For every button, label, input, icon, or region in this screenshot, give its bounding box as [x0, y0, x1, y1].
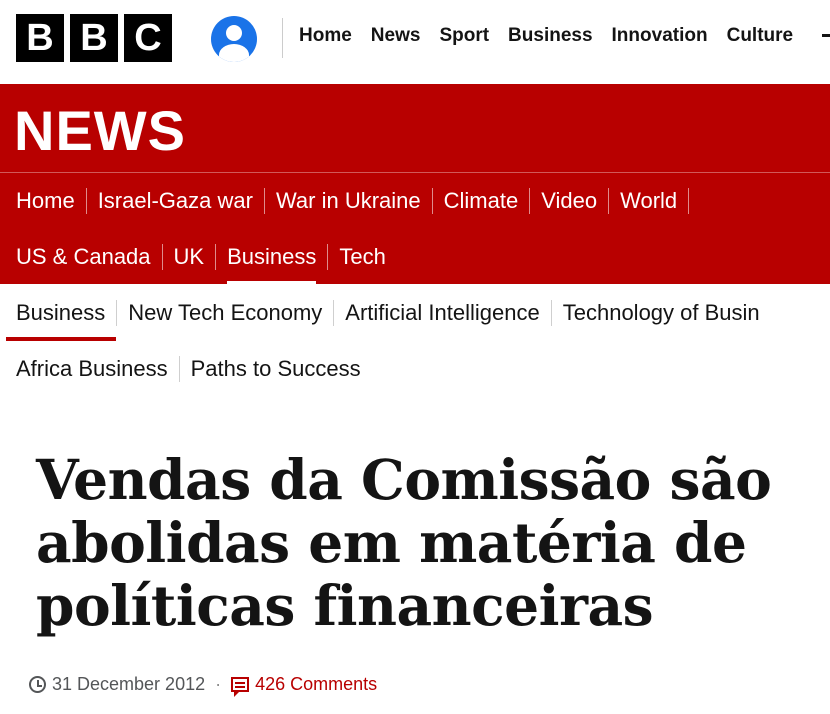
top-divider: [282, 18, 283, 58]
bbc-logo-letter: B: [70, 14, 118, 62]
article-date: 31 December 2012: [52, 674, 206, 694]
account-icon[interactable]: [211, 16, 257, 62]
bbc-logo-letter: B: [16, 14, 64, 62]
sub-nav-row-2: Africa Business Paths to Success: [0, 341, 372, 397]
top-nav-sport[interactable]: Sport: [439, 25, 489, 47]
sub-nav-paths-to-success[interactable]: Paths to Success: [180, 341, 372, 397]
section-nav-tech[interactable]: Tech: [328, 229, 396, 285]
headline-line: Vendas da Comissão são: [36, 447, 772, 512]
top-nav-home[interactable]: Home: [299, 25, 352, 47]
bbc-logo-letter: C: [124, 14, 172, 62]
top-nav: Home News Sport Business Innovation Cult…: [299, 25, 812, 47]
sub-nav-new-tech-economy[interactable]: New Tech Economy: [117, 285, 333, 341]
account-head: [226, 25, 242, 41]
sub-nav-business[interactable]: Business: [0, 285, 117, 341]
nav-separator: [688, 188, 690, 214]
comment-icon: [231, 677, 250, 697]
top-nav-business[interactable]: Business: [508, 25, 592, 47]
headline-line: abolidas em matéria de: [36, 510, 747, 575]
section-nav-row-1: Home Israel-Gaza war War in Ukraine Clim…: [0, 173, 690, 229]
clock-icon: [29, 676, 46, 693]
section-nav-israel-gaza[interactable]: Israel-Gaza war: [87, 173, 264, 229]
more-menu-icon[interactable]: [822, 34, 830, 37]
headline-line: políticas financeiras: [36, 573, 654, 638]
news-title[interactable]: NEWS: [14, 98, 186, 163]
sub-nav-row-1: Business New Tech Economy Artificial Int…: [0, 285, 771, 341]
section-nav-world[interactable]: World: [609, 173, 688, 229]
comments-count: 426 Comments: [255, 674, 378, 694]
meta-separator: ·: [215, 674, 222, 694]
top-bar: B B C Home News Sport Business Innovatio…: [0, 0, 830, 78]
section-nav-video[interactable]: Video: [530, 173, 608, 229]
top-nav-culture[interactable]: Culture: [727, 25, 794, 47]
section-nav-row-2: US & Canada UK Business Tech: [0, 229, 397, 285]
top-nav-innovation[interactable]: Innovation: [612, 25, 708, 47]
bbc-logo[interactable]: B B C: [16, 14, 172, 62]
section-nav-ukraine[interactable]: War in Ukraine: [265, 173, 432, 229]
section-nav-us-canada[interactable]: US & Canada: [0, 229, 162, 285]
sub-nav-artificial-intelligence[interactable]: Artificial Intelligence: [334, 285, 550, 341]
section-nav-business[interactable]: Business: [216, 229, 327, 285]
top-nav-news[interactable]: News: [371, 25, 421, 47]
section-nav-home[interactable]: Home: [0, 173, 86, 229]
account-shoulders: [219, 44, 249, 62]
comments-link[interactable]: 426 Comments: [231, 674, 378, 697]
section-nav-uk[interactable]: UK: [163, 229, 216, 285]
sub-nav-africa-business[interactable]: Africa Business: [0, 341, 179, 397]
article-meta: 31 December 2012 · 426 Comments: [29, 674, 378, 697]
article-headline: Vendas da Comissão são abolidas em matér…: [36, 448, 816, 637]
sub-nav-technology-of-business[interactable]: Technology of Busin: [552, 285, 771, 341]
section-nav-climate[interactable]: Climate: [433, 173, 530, 229]
